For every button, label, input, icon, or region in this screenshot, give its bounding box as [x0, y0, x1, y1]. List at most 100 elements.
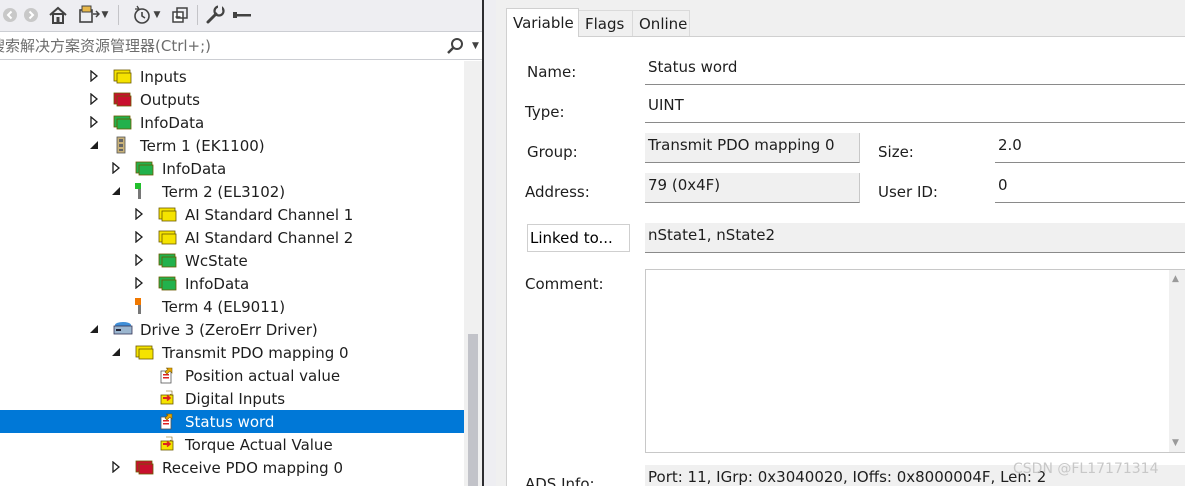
- collapsed-arrow-icon[interactable]: [133, 277, 145, 289]
- tree-node-label: Term 4 (EL9011): [162, 297, 286, 316]
- search-input[interactable]: [0, 34, 430, 58]
- tab-variable[interactable]: Variable: [506, 8, 579, 37]
- folder-red-icon: [134, 458, 154, 476]
- tree-node[interactable]: Inputs: [0, 65, 464, 88]
- tree-node[interactable]: Transmit PDO mapping 0: [0, 341, 464, 364]
- tree-node[interactable]: Term 2 (EL3102): [0, 180, 464, 203]
- tree-node-label: Transmit PDO mapping 0: [162, 343, 349, 362]
- collapsed-arrow-icon[interactable]: [110, 461, 122, 473]
- variable-input-icon: [157, 389, 177, 407]
- pin-icon[interactable]: [230, 4, 254, 26]
- linked-to-button[interactable]: Linked to...: [527, 224, 630, 252]
- collapsed-arrow-icon[interactable]: [88, 70, 100, 82]
- group-field: Transmit PDO mapping 0: [645, 133, 860, 163]
- tree-scrollbar[interactable]: [464, 61, 482, 486]
- size-field[interactable]: 2.0: [995, 133, 1185, 163]
- tree-scrollbar-thumb[interactable]: [468, 334, 478, 486]
- collapsed-arrow-icon[interactable]: [133, 208, 145, 220]
- tree-node[interactable]: Position actual value: [0, 364, 464, 387]
- tab-online[interactable]: Online: [632, 10, 690, 36]
- collapsed-arrow-icon[interactable]: [133, 254, 145, 266]
- group-label: Group:: [527, 143, 578, 161]
- collapsed-arrow-icon[interactable]: [88, 116, 100, 128]
- el3102-terminal-icon: [134, 182, 154, 200]
- explorer-toolbar: ▼ ▼: [0, 0, 482, 32]
- ek1100-terminal-icon: [112, 136, 132, 154]
- variable-input-icon: [157, 435, 177, 453]
- tab-flags[interactable]: Flags: [578, 10, 633, 36]
- tree-node[interactable]: Status word: [0, 410, 464, 433]
- folder-red-icon: [112, 90, 132, 108]
- twincat-window: ▼ ▼ ▼ InputsOutputsI: [0, 0, 1185, 486]
- comment-textarea[interactable]: ▲ ▼: [645, 269, 1185, 453]
- tree-node[interactable]: AI Standard Channel 1: [0, 203, 464, 226]
- tree-node-label: Term 1 (EK1100): [140, 136, 265, 155]
- folder-green-icon: [157, 251, 177, 269]
- pane-splitter[interactable]: [482, 0, 496, 486]
- tree-node[interactable]: Torque Actual Value: [0, 433, 464, 456]
- tree-node[interactable]: Term 4 (EL9011): [0, 295, 464, 318]
- properties-wrench-icon[interactable]: [204, 4, 226, 26]
- collapsed-arrow-icon[interactable]: [88, 93, 100, 105]
- tree-node[interactable]: InfoData: [0, 272, 464, 295]
- tree-node-label: Drive 3 (ZeroErr Driver): [140, 320, 318, 339]
- forward-icon[interactable]: [23, 4, 39, 26]
- tree-node-label: InfoData: [185, 274, 250, 293]
- name-label: Name:: [527, 63, 577, 81]
- folder-yellow-icon: [112, 67, 132, 85]
- scroll-up-icon[interactable]: ▲: [1172, 274, 1179, 284]
- variable-panel: Name: Status word Type: UINT Group: Tran…: [506, 36, 1185, 486]
- watermark: CSDN @FL17171314: [1013, 461, 1159, 477]
- comment-label: Comment:: [525, 275, 604, 293]
- linked-field: nState1, nState2: [645, 223, 1185, 253]
- tree-node[interactable]: InfoData: [0, 157, 464, 180]
- type-field[interactable]: UINT: [645, 93, 1185, 123]
- tree-node-label: Digital Inputs: [185, 389, 286, 408]
- userid-field[interactable]: 0: [995, 173, 1185, 203]
- scroll-down-icon[interactable]: ▼: [1172, 438, 1179, 448]
- folder-green-icon: [112, 113, 132, 131]
- solution-tree: Inputs Outputs InfoData Term 1 (EK1100) Info…: [0, 61, 464, 486]
- tree-node-label: InfoData: [140, 113, 205, 132]
- explorer-search: ▼: [0, 32, 482, 60]
- tree-node-label: AI Standard Channel 1: [185, 205, 354, 224]
- tree-node[interactable]: AI Standard Channel 2: [0, 226, 464, 249]
- pending-changes-icon[interactable]: ▼: [128, 4, 164, 26]
- size-label: Size:: [878, 143, 914, 161]
- tree-node-label: InfoData: [162, 159, 227, 178]
- tree-node-label: WcState: [185, 251, 248, 270]
- name-field[interactable]: Status word: [645, 55, 1185, 85]
- tree-node[interactable]: Digital Inputs: [0, 387, 464, 410]
- folder-yellow-icon: [134, 343, 154, 361]
- tree-node[interactable]: Term 1 (EK1100): [0, 134, 464, 157]
- expanded-arrow-icon[interactable]: [110, 346, 122, 358]
- sync-view-icon[interactable]: ▼: [75, 4, 111, 26]
- tree-node[interactable]: Drive 3 (ZeroErr Driver): [0, 318, 464, 341]
- folder-green-icon: [134, 159, 154, 177]
- folder-green-icon: [157, 274, 177, 292]
- tree-node-label: AI Standard Channel 2: [185, 228, 354, 247]
- back-icon[interactable]: [2, 4, 18, 26]
- address-label: Address:: [525, 183, 590, 201]
- comment-scrollbar[interactable]: ▲ ▼: [1169, 270, 1185, 452]
- type-label: Type:: [525, 103, 565, 121]
- tree-node[interactable]: Outputs: [0, 88, 464, 111]
- tree-node[interactable]: WcState: [0, 249, 464, 272]
- variable-linked-icon: [157, 366, 177, 384]
- tree-node-label: Inputs: [140, 67, 187, 86]
- folder-yellow-icon: [157, 205, 177, 223]
- collapse-all-icon[interactable]: [170, 4, 190, 26]
- address-field: 79 (0x4F): [645, 173, 860, 203]
- tree-node[interactable]: Receive PDO mapping 0: [0, 456, 464, 479]
- expanded-arrow-icon[interactable]: [88, 139, 100, 151]
- expanded-arrow-icon[interactable]: [88, 323, 100, 335]
- tree-node-label: Torque Actual Value: [185, 435, 333, 454]
- tree-node[interactable]: InfoData: [0, 111, 464, 134]
- collapsed-arrow-icon[interactable]: [110, 162, 122, 174]
- home-icon[interactable]: [47, 4, 69, 26]
- expanded-arrow-icon[interactable]: [110, 185, 122, 197]
- search-icon[interactable]: ▼: [446, 36, 482, 56]
- tree-node-label: Receive PDO mapping 0: [162, 458, 344, 477]
- collapsed-arrow-icon[interactable]: [133, 231, 145, 243]
- tree-node-label: Position actual value: [185, 366, 341, 385]
